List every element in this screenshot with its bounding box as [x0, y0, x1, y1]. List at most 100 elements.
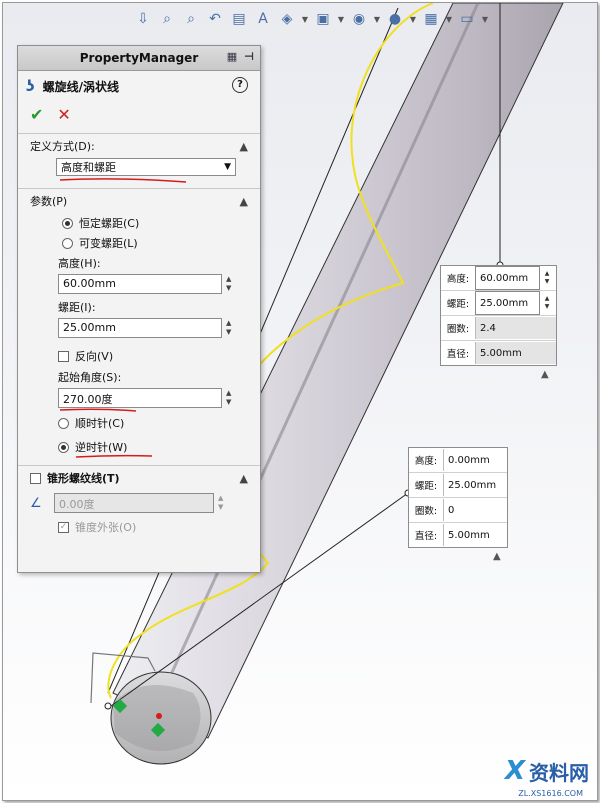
zoom-area-icon[interactable]: ⌕ — [181, 9, 201, 29]
start-angle-row: 270.00度 ▲ ▼ — [18, 385, 260, 411]
collapse-icon[interactable]: ▲ — [240, 195, 248, 208]
taper-header[interactable]: 锥形螺纹线(T) ▲ — [18, 466, 260, 490]
taper-angle-spinner[interactable]: ▲ ▼ — [218, 494, 228, 512]
variable-pitch-option[interactable]: 可变螺距(L) — [18, 233, 260, 253]
callout-top: 高度: 60.00mm ▲ ▼ 螺距: 25.00mm ▲ ▼ 圈数: 2.4 直径… — [440, 265, 557, 366]
pm-layout-icon[interactable]: ▦ — [225, 50, 239, 64]
helix-start-point[interactable] — [104, 702, 112, 710]
callout-row: 高度: 0.00mm — [409, 448, 507, 473]
callout-revolutions-value: 2.4 — [475, 317, 556, 339]
helix-icon: ʖ — [26, 77, 35, 95]
watermark-url: ZL.XS1616.COM — [518, 789, 583, 798]
view-cube-icon[interactable]: ◈ — [277, 9, 297, 29]
callout-mid: 高度: 0.00mm 螺距: 25.00mm 圈数: 0 直径: 5.00mm — [408, 447, 508, 548]
ok-button[interactable]: ✔ — [30, 105, 43, 124]
callout-row: 螺距: 25.00mm ▲ ▼ — [441, 291, 556, 316]
callout-label: 高度: — [414, 456, 438, 467]
radio-selected-icon[interactable] — [62, 217, 73, 229]
origin-point — [156, 713, 162, 719]
taper-outward-label: 锥度外张(O) — [75, 521, 137, 534]
checkbox-icon[interactable] — [30, 472, 41, 484]
callout-label: 直径: — [446, 349, 470, 360]
section-view-icon[interactable]: ▤ — [229, 9, 249, 29]
pm-header: PropertyManager ▦ ⊣ — [18, 46, 260, 71]
chevron-down-icon[interactable]: ▼ — [337, 9, 345, 29]
chevron-up-icon[interactable]: ▲ — [541, 369, 549, 380]
cancel-button[interactable]: ✕ — [57, 105, 70, 124]
callout-label: 直径: — [414, 531, 438, 542]
callout-diameter-value: 5.00mm — [475, 342, 556, 364]
pitch-input[interactable]: 25.00mm — [58, 318, 222, 338]
chevron-down-icon: ▼ — [224, 162, 231, 172]
view-orientation-icon[interactable]: ⇩ — [133, 9, 153, 29]
radio-icon[interactable] — [62, 237, 73, 249]
chevron-down-icon[interactable]: ▼ — [409, 9, 417, 29]
taper-angle-input[interactable]: 0.00度 — [54, 493, 214, 513]
start-angle-spinner[interactable]: ▲ ▼ — [226, 389, 236, 407]
zoom-to-fit-icon[interactable]: ⌕ — [157, 9, 177, 29]
pitch-spinner[interactable]: ▲ ▼ — [226, 319, 236, 337]
callout-row: 螺距: 25.00mm — [409, 473, 507, 498]
checkbox-checked-icon[interactable]: ✓ — [58, 521, 69, 533]
constant-pitch-option[interactable]: 恒定螺距(C) — [18, 213, 260, 233]
taper-group: 锥形螺纹线(T) ▲ ∠ 0.00度 ▲ ▼ ✓ 锥度外张(O) — [18, 465, 260, 538]
start-angle-input[interactable]: 270.00度 — [58, 388, 222, 408]
callout-pitch-input[interactable]: 25.00mm — [475, 291, 540, 315]
constant-pitch-label: 恒定螺距(C) — [79, 217, 140, 230]
callout-row: 高度: 60.00mm ▲ ▼ — [441, 266, 556, 291]
pitch-row: 25.00mm ▲ ▼ — [18, 315, 260, 341]
variable-pitch-label: 可变螺距(L) — [79, 237, 138, 250]
chevron-down-icon[interactable]: ▼ — [481, 9, 489, 29]
feature-title-row: ʖ 螺旋线/涡状线 ? — [18, 71, 260, 101]
height-spinner[interactable]: ▲ ▼ — [226, 275, 236, 293]
callout-row: 直径: 5.00mm — [409, 523, 507, 547]
display-style-icon[interactable]: ▣ — [313, 9, 333, 29]
define-by-value: 高度和螺距 — [61, 161, 116, 174]
radio-icon[interactable] — [58, 417, 69, 429]
callout-spinner[interactable]: ▲ ▼ — [542, 295, 552, 311]
reverse-option[interactable]: 反向(V) — [18, 345, 260, 367]
ok-cancel-row: ✔ ✕ — [18, 101, 260, 127]
parameters-label: 参数(P) — [30, 195, 68, 208]
previous-view-icon[interactable]: ↶ — [205, 9, 225, 29]
taper-angle-row: ∠ 0.00度 ▲ ▼ — [18, 490, 260, 516]
chevron-down-icon[interactable]: ▼ — [373, 9, 381, 29]
callout-label: 圈数: — [414, 506, 438, 517]
taper-angle-icon: ∠ — [30, 495, 42, 511]
define-by-group: 定义方式(D): ▲ 高度和螺距 ▼ — [18, 133, 260, 184]
pin-icon[interactable]: ⊣ — [242, 50, 256, 64]
parameters-header[interactable]: 参数(P) ▲ — [18, 189, 260, 213]
help-icon[interactable]: ? — [232, 77, 248, 93]
callout-label: 圈数: — [446, 324, 470, 335]
appearance-icon[interactable]: ● — [385, 9, 405, 29]
height-label: 高度(H): — [58, 257, 101, 270]
callout-revolutions-value: 0 — [443, 499, 507, 521]
property-manager-panel: PropertyManager ▦ ⊣ ʖ 螺旋线/涡状线 ? ✔ ✕ 定义方式… — [17, 45, 261, 573]
height-row: 60.00mm ▲ ▼ — [18, 271, 260, 297]
chevron-down-icon[interactable]: ▼ — [301, 9, 309, 29]
pm-header-title: PropertyManager — [79, 51, 199, 65]
radio-selected-icon[interactable] — [58, 441, 69, 453]
chevron-up-icon[interactable]: ▲ — [493, 551, 501, 562]
collapse-icon[interactable]: ▲ — [240, 140, 248, 153]
monitor-icon[interactable]: ▭ — [457, 9, 477, 29]
collapse-icon[interactable]: ▲ — [240, 472, 248, 485]
callout-diameter-value: 5.00mm — [443, 524, 507, 546]
define-by-select[interactable]: 高度和螺距 ▼ — [56, 158, 236, 176]
callout-label: 螺距: — [446, 299, 470, 310]
checkbox-icon[interactable] — [58, 350, 69, 362]
start-angle-label: 起始角度(S): — [58, 371, 122, 384]
taper-outward-option[interactable]: ✓ 锥度外张(O) — [18, 516, 260, 538]
callout-spinner[interactable]: ▲ ▼ — [542, 270, 552, 286]
callout-height-input[interactable]: 60.00mm — [475, 266, 540, 290]
define-by-header[interactable]: 定义方式(D): ▲ — [18, 134, 260, 158]
dynamic-annotation-icon[interactable]: A — [253, 9, 273, 29]
define-by-label: 定义方式(D): — [30, 140, 95, 153]
scene-icon[interactable]: ▦ — [421, 9, 441, 29]
height-input[interactable]: 60.00mm — [58, 274, 222, 294]
chevron-down-icon[interactable]: ▼ — [445, 9, 453, 29]
clockwise-option[interactable]: 顺时针(C) — [18, 413, 260, 433]
hide-show-icon[interactable]: ◉ — [349, 9, 369, 29]
callout-row: 圈数: 0 — [409, 498, 507, 523]
callout-label: 螺距: — [414, 481, 438, 492]
